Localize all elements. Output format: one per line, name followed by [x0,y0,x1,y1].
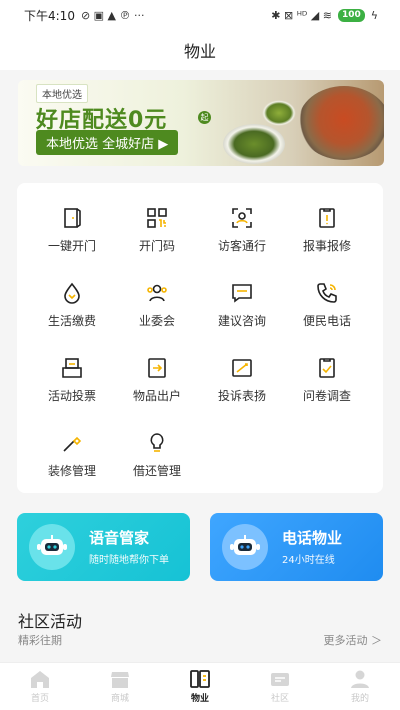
phone-property-card[interactable]: 电话物业 24小时在线 [210,513,383,581]
tab-home[interactable]: 首页 [0,663,80,710]
grid-item-complaint[interactable]: 投诉表扬 [202,355,282,415]
grid-label: 报事报修 [302,239,351,253]
grid-item-open-code[interactable]: 开门码 [117,205,197,265]
grid-item-vote[interactable]: 活动投票 [32,355,112,415]
repair-report-icon [314,205,340,231]
community-section-subtitle: 精彩往期 [18,634,62,647]
battery-icon: 100 [337,8,365,22]
community-section-title: 社区活动 [18,612,83,631]
status-bar: 下午4:10 ⊘ ▣ ▲ ℗ ··· ✱ ⊠ ᴴᴰ ◢ ≋ 100 ϟ [0,0,400,30]
food-dish-image [223,124,285,164]
voice-card-subtitle: 随时随地帮你下单 [89,555,169,566]
page-header: 物业 [0,30,400,70]
grid-label: 问卷调查 [302,389,351,403]
grid-item-life-payment[interactable]: 生活缴费 [32,280,112,340]
home-icon [31,671,49,688]
tab-label: 我的 [350,694,369,704]
promo-banner[interactable]: 本地优选 好店配送0元 起 本地优选 全城好店 ▶ [18,80,384,166]
grid-label: 业委会 [138,314,175,328]
bottom-tab-bar: 首页 商城 物业 社区 我的 [0,662,400,710]
grid-item-visitor[interactable]: 访客通行 [202,205,282,265]
grid-label: 便民电话 [302,314,351,328]
profile-icon [351,670,369,688]
door-icon [59,205,85,231]
notification-icons: ⊘ ▣ ▲ ℗ ··· [80,8,145,22]
robot-icon [222,524,268,570]
grid-label: 投诉表扬 [217,389,266,403]
survey-icon [314,355,340,381]
item-exit-icon [144,355,170,381]
tab-label: 商城 [110,694,129,704]
shop-icon [111,672,129,688]
grid-label: 物品出户 [132,389,181,403]
page-title: 物业 [183,42,216,61]
grid-label: 访客通行 [217,239,266,253]
grid-label: 开门码 [138,239,175,253]
phone-icon [314,280,340,306]
service-grid: 一键开门 开门码 访客通行 报事报修 生活缴费 业委会 建议咨询 便民电话 活动… [17,183,383,493]
grid-item-one-key-open[interactable]: 一键开门 [32,205,112,265]
grid-item-item-exit[interactable]: 物品出户 [117,355,197,415]
signal-icons: ✱ ⊠ ᴴᴰ ◢ ≋ [271,8,332,22]
property-icon [190,670,210,688]
more-activities-link[interactable]: 更多活动 ＞ [324,632,383,648]
status-time: 下午4:10 [24,8,75,23]
tab-label: 社区 [270,694,289,704]
committee-icon [144,280,170,306]
charging-icon: ϟ [370,8,378,22]
grid-item-committee[interactable]: 业委会 [117,280,197,340]
food-dish-image [298,86,384,160]
banner-subtitle: 本地优选 全城好店 ▶ [36,130,179,155]
grid-item-survey[interactable]: 问卷调查 [287,355,367,415]
lightbulb-icon [144,430,170,456]
water-drop-icon [59,280,85,306]
grid-item-phone[interactable]: 便民电话 [287,280,367,340]
vote-box-icon [59,355,85,381]
tab-label: 物业 [190,694,209,704]
grid-label: 活动投票 [47,389,96,403]
grid-item-renovation[interactable]: 装修管理 [32,430,112,490]
suggestion-icon [229,280,255,306]
tab-property[interactable]: 物业 [160,663,240,710]
robot-icon [29,524,75,570]
grid-label: 生活缴费 [47,314,96,328]
grid-label: 建议咨询 [217,314,266,328]
tab-shop[interactable]: 商城 [80,663,160,710]
tab-profile[interactable]: 我的 [320,663,400,710]
tab-label: 首页 [30,694,49,704]
grid-label: 借还管理 [132,464,181,478]
banner-tag: 本地优选 [36,84,88,103]
qr-code-icon [144,205,170,231]
voice-butler-card[interactable]: 语音管家 随时随地帮你下单 [17,513,190,581]
grid-item-repair[interactable]: 报事报修 [287,205,367,265]
banner-title-sup: 起 [198,111,211,124]
renovation-icon [59,430,85,456]
community-icon [271,673,289,686]
visitor-scan-icon [229,205,255,231]
phone-card-subtitle: 24小时在线 [282,555,335,566]
complaint-icon [229,355,255,381]
tab-community[interactable]: 社区 [240,663,320,710]
grid-label: 装修管理 [47,464,96,478]
grid-item-borrow-return[interactable]: 借还管理 [117,430,197,490]
grid-label: 一键开门 [47,239,96,253]
food-dish-image [262,100,296,126]
grid-item-suggestion[interactable]: 建议咨询 [202,280,282,340]
voice-card-title: 语音管家 [89,529,150,547]
phone-card-title: 电话物业 [282,529,343,547]
